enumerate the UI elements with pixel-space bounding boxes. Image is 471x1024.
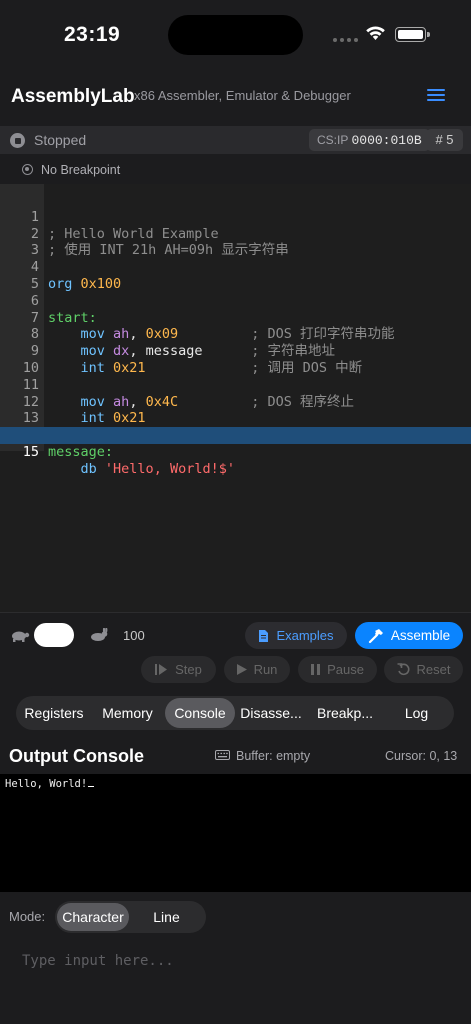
mode-character[interactable]: Character [57,903,129,931]
code-line[interactable]: 7 mov ah, 0x09 ; DOS 打印字符串功能 [0,293,471,343]
mode-line[interactable]: Line [129,903,204,931]
battery-icon [395,27,430,42]
signal-icon [333,38,358,42]
code-label: message: [48,443,114,460]
active-code-line[interactable]: 15 db 'Hello, World!$' [0,427,471,477]
play-icon [236,664,247,675]
run-label: Run [253,662,278,677]
step-label: Step [175,662,202,677]
tab-memory[interactable]: Memory [90,698,165,728]
code-editor[interactable]: 1 ; Hello World Example 2 ; 使用 INT 21h A… [0,184,471,612]
reset-label: Reset [416,662,451,677]
speed-value: 100 [123,628,145,643]
panel-tabs: Registers Memory Console Disasse... Brea… [16,696,454,730]
breakpoint-text: No Breakpoint [41,163,121,177]
code-keyword: db [80,460,97,477]
breakpoint-icon [22,164,33,175]
csip-badge: CS:IP 0000:010B [309,129,430,151]
keyboard-icon [215,750,230,760]
console-header: Output Console Buffer: empty Cursor: 0, … [0,738,471,774]
clock: 23:19 [64,23,121,46]
code-line[interactable]: 3 [0,226,471,258]
breakpoint-status: No Breakpoint [0,156,471,184]
code-line[interactable]: 12 int 0x21 [0,377,471,427]
instruction-count-badge: # 5 [426,129,463,151]
assemble-label: Assemble [390,628,451,643]
rabbit-icon [91,628,108,641]
code-line[interactable]: 10 [0,343,471,376]
code-line[interactable]: 11 mov ah, 0x4C ; DOS 程序终止 [0,360,471,410]
mode-selector: Character Line [55,901,206,933]
turtle-icon [12,631,30,642]
tab-registers[interactable]: Registers [18,698,90,728]
step-icon [155,664,168,675]
code-line[interactable]: 5 [0,259,471,292]
run-button[interactable]: Run [224,656,290,683]
speed-slider-thumb[interactable] [34,623,74,647]
code-line[interactable]: 8 mov dx, message ; 字符串地址 [0,310,471,359]
wifi-icon [366,26,385,40]
app-subtitle: x86 Assembler, Emulator & Debugger [134,88,351,103]
input-panel: Mode: Character Line [0,892,471,1024]
console-input[interactable] [22,950,452,972]
code-line[interactable]: 6 start: [0,276,471,326]
csip-value: 0000:010B [351,133,422,148]
tab-disassembly[interactable]: Disasse... [235,698,307,728]
run-status-bar: Stopped CS:IP 0000:010B # 5 [0,126,471,154]
code-line[interactable]: 9 int 0x21 ; 调用 DOS 中断 [0,326,471,376]
console-output-text: Hello, World! [5,778,88,790]
tab-log[interactable]: Log [383,698,450,728]
examples-label: Examples [276,628,334,643]
buffer-status: Buffer: empty [236,749,311,763]
title-bar: AssemblyLab x86 Assembler, Emulator & De… [0,70,471,126]
hamburger-icon[interactable] [427,89,445,103]
mode-label: Mode: [9,909,46,924]
step-button[interactable]: Step [141,656,216,683]
code-line[interactable]: 13 [0,394,471,426]
code-line[interactable]: 4 org 0x100 [0,242,471,292]
dynamic-island [168,15,303,55]
pause-button[interactable]: Pause [298,656,377,683]
console-title: Output Console [9,746,144,766]
hammer-icon [368,628,383,643]
execution-toolbar: 100 Examples Assemble Step Run Pause Res… [0,612,471,688]
pause-label: Pause [327,662,364,677]
code-line[interactable]: 2 ; 使用 INT 21h AH=09h 显示字符串 [0,209,471,259]
console-output: Hello, World! [0,774,471,892]
cursor-position: Cursor: 0, 13 [385,749,458,763]
code-string: 'Hello, World!$' [104,460,235,477]
run-state: Stopped [34,132,87,148]
app-title: AssemblyLab [11,86,135,107]
code-line[interactable]: 14 message: [0,410,471,460]
csip-label: CS:IP [317,133,349,147]
assemble-button[interactable]: Assemble [355,622,463,649]
line-number: 15 [22,443,39,460]
stop-icon [10,133,25,148]
reset-button[interactable]: Reset [384,656,463,683]
pause-icon [311,664,321,675]
console-caret [88,785,95,787]
status-bar: 23:19 [0,0,471,70]
tab-breakpoints[interactable]: Breakp... [307,698,383,728]
tab-console[interactable]: Console [165,698,235,728]
document-icon [259,629,269,642]
examples-button[interactable]: Examples [245,622,347,649]
code-line[interactable]: 1 ; Hello World Example [0,192,471,242]
reset-icon [397,663,409,676]
